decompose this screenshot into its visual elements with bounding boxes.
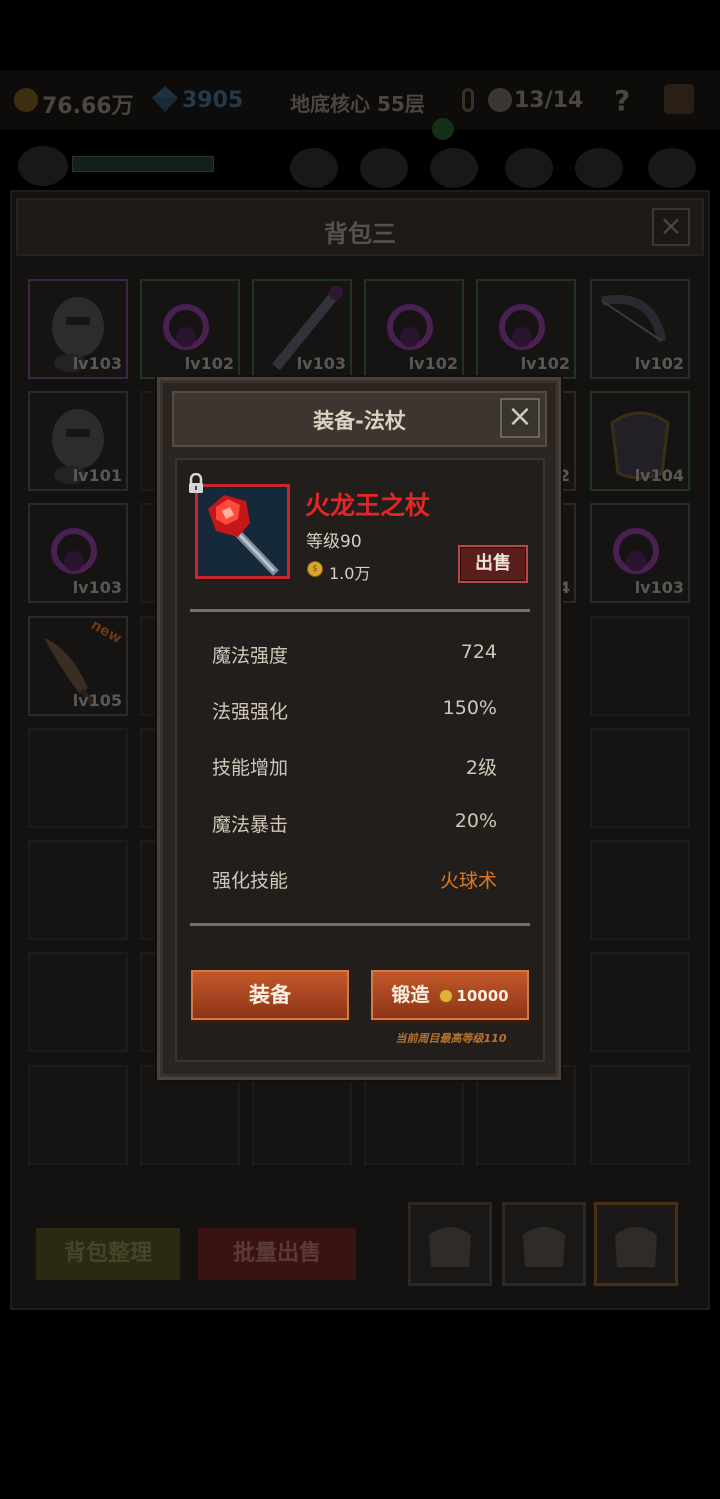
inventory-slot[interactable] — [590, 1065, 690, 1165]
ability-icon — [360, 148, 408, 188]
gem-amount: 3905 — [182, 88, 244, 113]
inventory-slot[interactable] — [28, 1065, 128, 1165]
inventory-slot[interactable]: lv104 — [590, 391, 690, 491]
ability-icon — [505, 148, 553, 188]
backpack-tab-1[interactable] — [408, 1202, 492, 1286]
inventory-slot[interactable]: lv103 — [590, 503, 690, 603]
help-icon[interactable]: ? — [614, 84, 630, 117]
backpack-icon — [523, 1227, 565, 1267]
notification-dot — [432, 118, 454, 140]
bulk-sell-button[interactable]: 批量出售 — [198, 1228, 356, 1280]
dialog-title: 装备-法杖 — [313, 409, 406, 433]
inventory-slot[interactable] — [590, 728, 690, 828]
stat-label: 法强强化 — [212, 701, 289, 723]
divider — [190, 923, 530, 926]
stat-label: 技能增加 — [212, 757, 289, 779]
slot-level: lv102 — [520, 354, 570, 373]
slot-level: lv103 — [72, 578, 122, 597]
inventory-slot[interactable] — [252, 1065, 352, 1165]
item-icon-frame — [195, 484, 290, 579]
key-icon — [462, 88, 474, 112]
inventory-slot[interactable] — [28, 840, 128, 940]
forge-cost: 10000 — [456, 987, 509, 1005]
inventory-slot[interactable] — [28, 728, 128, 828]
stat-label: 魔法暴击 — [212, 814, 289, 836]
gem-icon-lower — [152, 98, 178, 112]
inventory-slot[interactable]: new lv105 — [28, 616, 128, 716]
gold-amount: 76.66万 — [42, 94, 134, 119]
dimmed-hero-row — [0, 118, 720, 188]
key-count: 13/14 — [514, 88, 584, 113]
inventory-slot[interactable] — [364, 1065, 464, 1165]
inventory-slot[interactable]: lv103 — [252, 279, 352, 379]
forge-button[interactable]: 锻造 10000 — [371, 970, 529, 1020]
sell-button[interactable]: 出售 — [458, 545, 528, 583]
backpack-title: 背包三 — [324, 220, 396, 248]
backpack-icon — [615, 1227, 657, 1267]
inventory-slot[interactable]: lv102 — [476, 279, 576, 379]
divider — [190, 609, 530, 612]
stat-value: 20% — [454, 810, 497, 832]
inventory-slot[interactable]: lv102 — [590, 279, 690, 379]
dialog-close-button[interactable]: × — [500, 398, 540, 438]
inventory-slot[interactable]: lv103 — [28, 279, 128, 379]
hero-portrait-icon — [18, 146, 68, 186]
inventory-slot[interactable]: lv102 — [140, 279, 240, 379]
lock-icon[interactable] — [186, 473, 206, 495]
item-name: 火龙王之杖 — [305, 491, 431, 520]
dungeon-location: 地底核心 55层 — [290, 92, 425, 116]
inventory-slot[interactable]: lv103 — [28, 503, 128, 603]
inventory-slot[interactable] — [590, 952, 690, 1052]
inventory-slot[interactable] — [590, 840, 690, 940]
item-price: 1.0万 — [329, 564, 371, 583]
backpack-icon — [429, 1227, 471, 1267]
inventory-slot[interactable]: lv101 — [28, 391, 128, 491]
slot-level: lv102 — [634, 354, 684, 373]
inventory-slot[interactable] — [140, 1065, 240, 1165]
gem-icon — [152, 86, 178, 98]
max-level-note: 当前周目最高等级110 — [395, 1032, 507, 1045]
coin-icon — [439, 988, 454, 1003]
coin-icon: $ — [307, 561, 323, 577]
stat-value: 150% — [442, 697, 497, 719]
stat-value: 724 — [460, 641, 497, 663]
stat-value: 2级 — [465, 757, 497, 779]
ability-icon — [290, 148, 338, 188]
fire-staff-icon — [198, 487, 287, 576]
slot-level: lv103 — [72, 354, 122, 373]
ability-icon — [648, 148, 696, 188]
equip-button[interactable]: 装备 — [191, 970, 349, 1020]
stat-label: 强化技能 — [212, 870, 289, 892]
slot-level: lv105 — [72, 691, 122, 710]
gold-coin-icon — [14, 88, 38, 112]
enhanced-skill-value: 火球术 — [439, 870, 497, 892]
backpack-tab-2[interactable] — [502, 1202, 586, 1286]
stat-label: 魔法强度 — [212, 645, 289, 667]
item-level: 等级90 — [306, 532, 362, 552]
inventory-slot[interactable]: lv102 — [364, 279, 464, 379]
inventory-slot[interactable] — [590, 616, 690, 716]
forge-label: 锻造 — [391, 984, 430, 1006]
slot-level: lv101 — [72, 466, 122, 485]
slot-level: lv104 — [634, 466, 684, 485]
hero-hp-bar — [72, 156, 214, 172]
slot-level: lv103 — [296, 354, 346, 373]
backpack-close-button[interactable]: × — [652, 208, 690, 246]
inventory-slot[interactable] — [476, 1065, 576, 1165]
slot-level: lv103 — [634, 578, 684, 597]
settings-icon[interactable] — [664, 84, 694, 114]
sort-backpack-button[interactable]: 背包整理 — [36, 1228, 180, 1280]
ability-icon — [575, 148, 623, 188]
skull-icon — [488, 88, 512, 112]
slot-level: lv102 — [408, 354, 458, 373]
inventory-slot[interactable] — [28, 952, 128, 1052]
ability-icon — [430, 148, 478, 188]
backpack-tab-3[interactable] — [594, 1202, 678, 1286]
slot-level: lv102 — [184, 354, 234, 373]
